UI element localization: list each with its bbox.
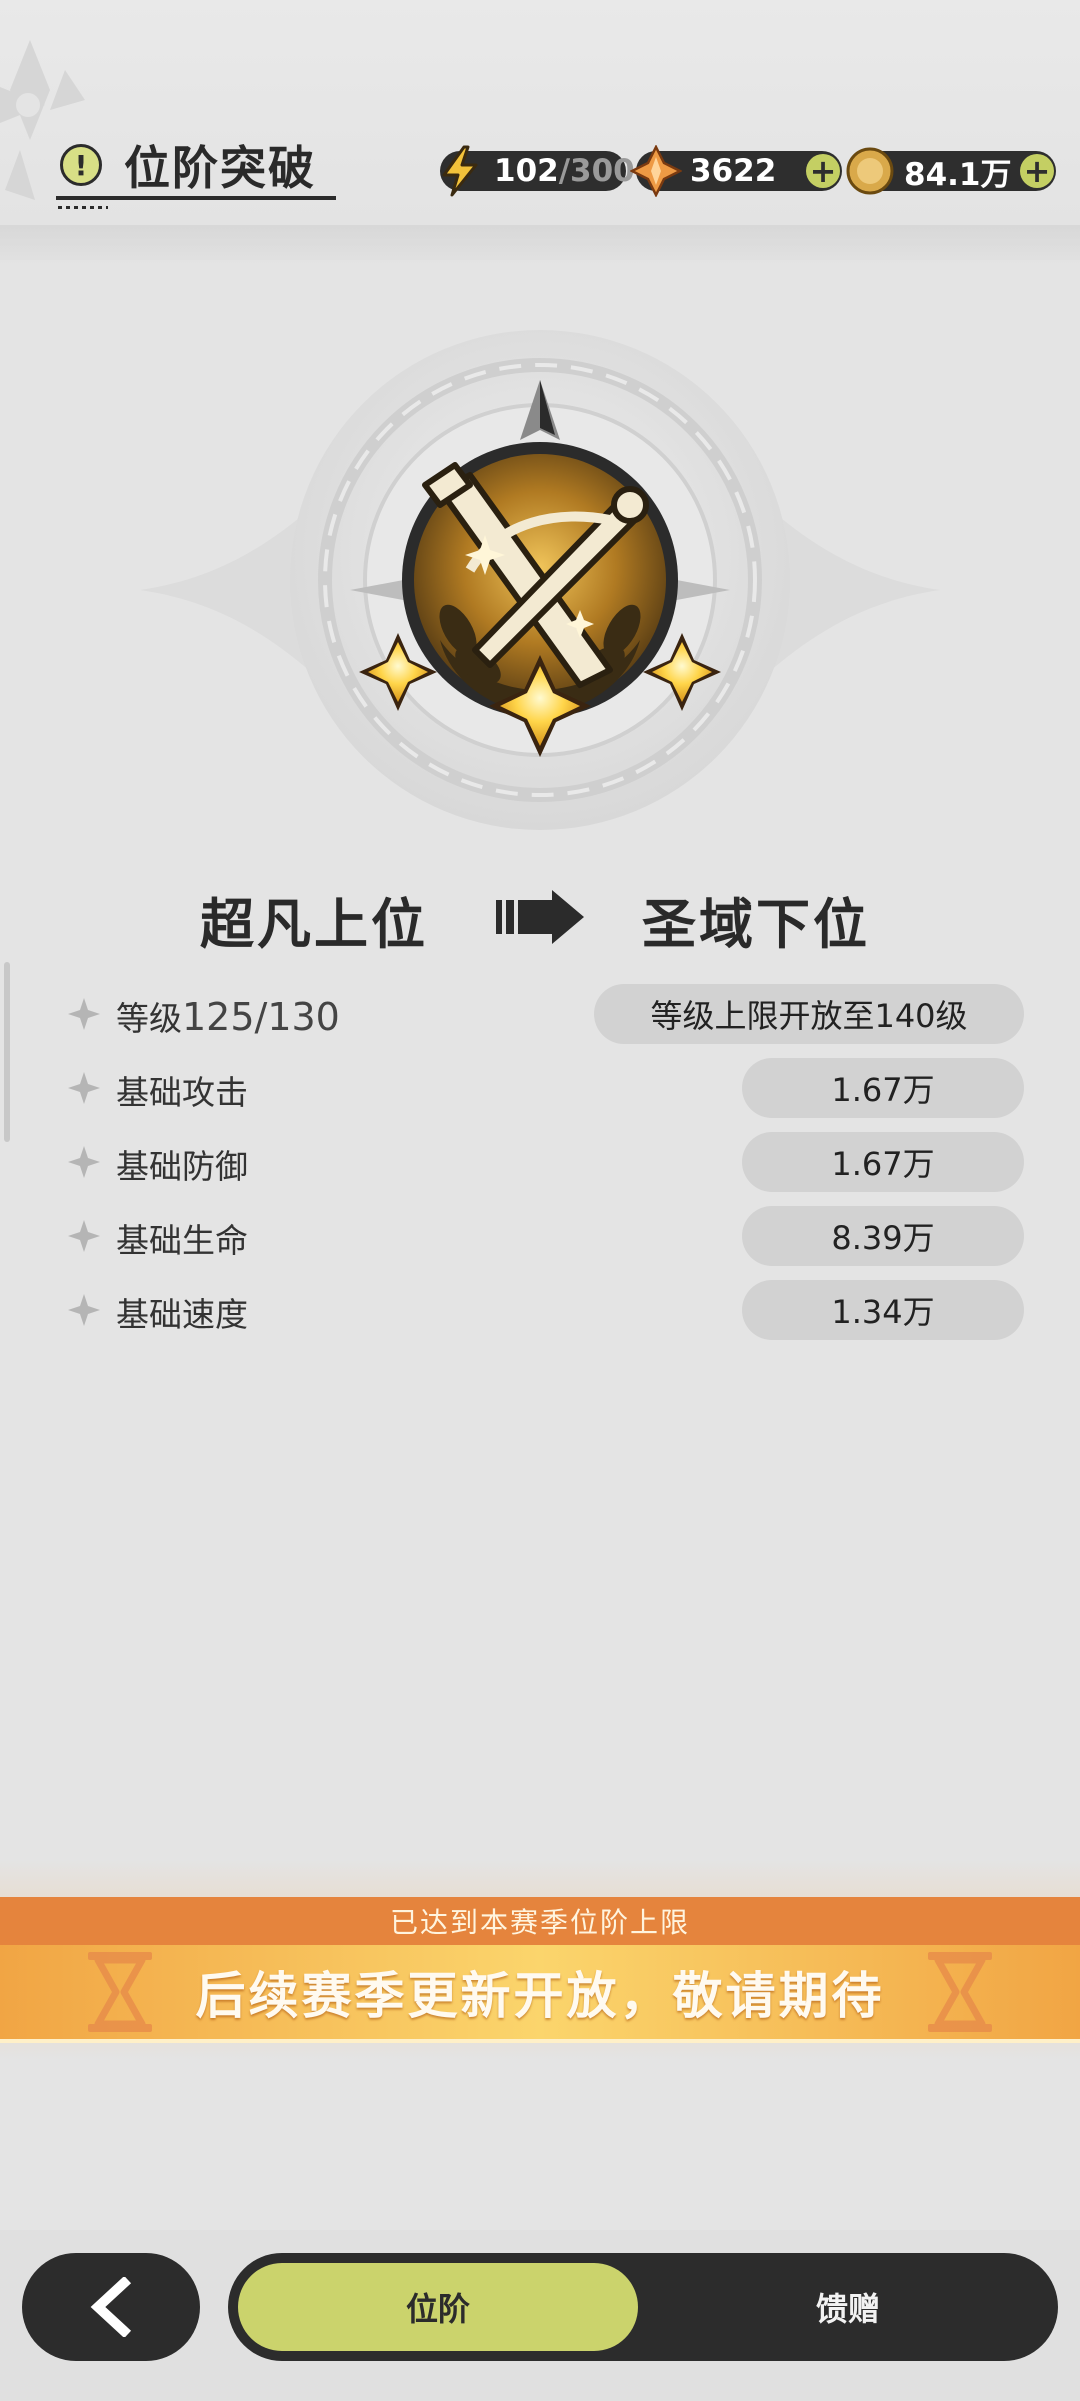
current-rank: 超凡上位 bbox=[200, 893, 428, 956]
stat-row-level: 等级125/130 等级上限开放至140级 bbox=[0, 984, 1080, 1044]
banner-message: 后续赛季更新开放，敬请期待 bbox=[0, 1945, 1080, 2043]
coin-counter[interactable]: 84.1万 + bbox=[846, 147, 1056, 195]
gem-icon bbox=[630, 145, 682, 197]
stat-value-pill: 1.67万 bbox=[742, 1058, 1024, 1118]
gem-value: 3622 bbox=[690, 153, 777, 189]
next-rank: 圣域下位 bbox=[642, 893, 870, 956]
sparkle-icon bbox=[68, 1146, 100, 1178]
stat-value-pill: 8.39万 bbox=[742, 1206, 1024, 1266]
title-dots bbox=[58, 206, 108, 209]
sparkle-icon bbox=[68, 1220, 100, 1252]
banner-subtitle: 已达到本赛季位阶上限 bbox=[0, 1897, 1080, 1945]
stat-label: 等级125/130 bbox=[116, 995, 340, 1039]
header-shadow bbox=[0, 225, 1080, 265]
sparkle-icon bbox=[68, 1294, 100, 1326]
title-underline bbox=[56, 196, 336, 200]
tab-rank[interactable]: 位阶 bbox=[238, 2263, 638, 2351]
hourglass-icon bbox=[928, 1952, 992, 2032]
info-icon[interactable]: ! bbox=[60, 144, 102, 186]
stat-row-attack: 基础攻击 1.67万 bbox=[0, 1058, 1080, 1118]
coin-icon bbox=[846, 147, 894, 195]
energy-value: 102/300 bbox=[494, 153, 635, 189]
stat-value-pill: 1.34万 bbox=[742, 1280, 1024, 1340]
sparkle-icon bbox=[68, 1072, 100, 1104]
chevron-left-icon bbox=[90, 2277, 132, 2337]
energy-counter[interactable]: 102/300 bbox=[440, 145, 635, 197]
gem-counter[interactable]: 3622 + bbox=[630, 145, 842, 197]
add-coin-button[interactable]: + bbox=[1020, 154, 1054, 188]
stat-row-health: 基础生命 8.39万 bbox=[0, 1206, 1080, 1266]
lightning-icon bbox=[442, 145, 478, 197]
rank-transition: 超凡上位 圣域下位 bbox=[0, 870, 1080, 960]
back-button[interactable] bbox=[22, 2253, 200, 2361]
stat-label: 基础生命 bbox=[116, 1221, 248, 1260]
arrow-right-icon bbox=[496, 890, 584, 944]
rank-emblem bbox=[140, 330, 940, 830]
tab-gift[interactable]: 馈赠 bbox=[648, 2263, 1048, 2351]
tab-bar: 位阶 馈赠 bbox=[228, 2253, 1058, 2361]
stat-label: 基础速度 bbox=[116, 1295, 248, 1334]
stat-row-defense: 基础防御 1.67万 bbox=[0, 1132, 1080, 1192]
sparkle-icon bbox=[68, 998, 100, 1030]
level-cap-pill: 等级上限开放至140级 bbox=[594, 984, 1024, 1044]
page-header: ! 位阶突破 bbox=[60, 130, 316, 200]
stat-label: 基础防御 bbox=[116, 1147, 248, 1186]
stat-label: 基础攻击 bbox=[116, 1073, 248, 1112]
hourglass-icon bbox=[88, 1952, 152, 2032]
coin-value: 84.1万 bbox=[904, 156, 1012, 193]
stat-value-pill: 1.67万 bbox=[742, 1132, 1024, 1192]
page-title: 位阶突破 bbox=[124, 141, 316, 195]
stat-row-speed: 基础速度 1.34万 bbox=[0, 1280, 1080, 1340]
add-gem-button[interactable]: + bbox=[806, 154, 840, 188]
